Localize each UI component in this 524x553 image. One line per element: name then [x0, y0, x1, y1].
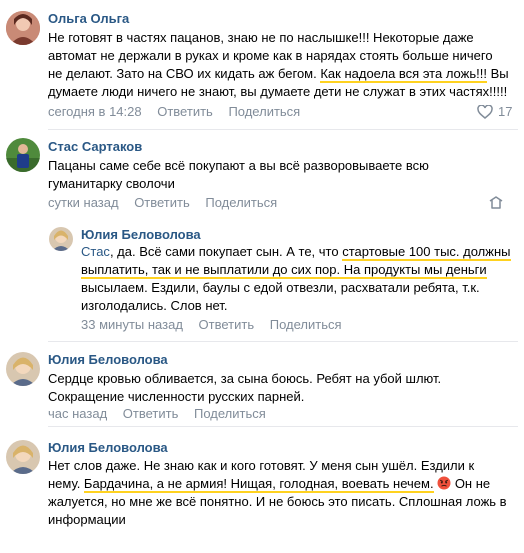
- comment-author[interactable]: Юлия Беловолова: [81, 227, 201, 242]
- share-button[interactable]: Поделиться: [205, 195, 277, 210]
- avatar-photo-icon: [6, 138, 40, 172]
- comment-meta: час назад Ответить Поделиться: [48, 406, 278, 421]
- comment-text: Не готовят в частях пацанов, знаю не по …: [48, 30, 509, 99]
- share-button[interactable]: Поделиться: [228, 104, 300, 119]
- comment-1: Ольга Ольга Не готовят в частях пацанов,…: [0, 0, 524, 130]
- avatar[interactable]: [6, 440, 40, 474]
- comment-time[interactable]: час назад: [48, 406, 107, 421]
- reply-button[interactable]: Ответить: [134, 195, 190, 210]
- avatar-photo-icon: [6, 440, 40, 474]
- divider: [48, 426, 518, 427]
- like-count: 17: [498, 104, 513, 119]
- reply-button[interactable]: Ответить: [123, 406, 179, 421]
- comment-author[interactable]: Стас Сартаков: [48, 139, 142, 154]
- reply-to-link[interactable]: Стас: [81, 244, 110, 259]
- avatar-photo-icon: [6, 11, 40, 45]
- comment-meta: сутки назад Ответить Поделиться: [48, 195, 289, 210]
- comment-author[interactable]: Юлия Беловолова: [48, 352, 168, 367]
- angry-face-emoji-icon: [437, 476, 451, 490]
- heart-icon: [477, 104, 493, 119]
- avatar[interactable]: [6, 138, 40, 172]
- repost-icon[interactable]: [488, 195, 504, 211]
- share-button[interactable]: Поделиться: [270, 317, 342, 332]
- comment-2: Стас Сартаков Пацаны саме себе всё покуп…: [0, 130, 524, 220]
- comment-time[interactable]: сегодня в 14:28: [48, 104, 142, 119]
- like-button[interactable]: 17: [477, 104, 512, 119]
- comment-text: Пацаны саме себе всё покупают а вы всё р…: [48, 158, 429, 191]
- share-button[interactable]: Поделиться: [194, 406, 266, 421]
- avatar[interactable]: [6, 11, 40, 45]
- comment-time[interactable]: сутки назад: [48, 195, 119, 210]
- comment-author[interactable]: Юлия Беловолова: [48, 440, 168, 455]
- reply-button[interactable]: Ответить: [157, 104, 213, 119]
- comment-text: Стас, да. Всё сами покупает сын. А те, ч…: [81, 244, 511, 313]
- comment-5: Юлия Беловолова Нет слов даже. Не знаю к…: [0, 430, 524, 553]
- comment-author[interactable]: Ольга Ольга: [48, 11, 129, 26]
- comment-4: Юлия Беловолова Сердце кровью обливается…: [0, 342, 524, 430]
- avatar[interactable]: [49, 227, 73, 251]
- comment-time[interactable]: 33 минуты назад: [81, 317, 183, 332]
- avatar-photo-icon: [6, 352, 40, 386]
- avatar-photo-icon: [49, 227, 73, 251]
- highlighted-text: стартовые 100 тыс. должны: [342, 244, 511, 261]
- comment-meta: сегодня в 14:28 Ответить Поделиться: [48, 104, 312, 119]
- avatar[interactable]: [6, 352, 40, 386]
- comment-text: Нет слов даже. Не знаю как и кого готовя…: [48, 458, 507, 527]
- reply-button[interactable]: Ответить: [199, 317, 255, 332]
- highlighted-text: Бардачина, а не армия! Нищая, голодная, …: [83, 476, 434, 493]
- highlighted-text: Как надоела вся эта ложь!!!: [320, 66, 487, 83]
- comment-3-reply: Юлия Беловолова Стас, да. Всё сами покуп…: [0, 220, 524, 342]
- highlighted-text: выплатить, так и не выплатили до сих пор…: [81, 262, 487, 279]
- comment-text: Сердце кровью обливается, за сына боюсь.…: [48, 371, 442, 404]
- comment-meta: 33 минуты назад Ответить Поделиться: [81, 317, 354, 332]
